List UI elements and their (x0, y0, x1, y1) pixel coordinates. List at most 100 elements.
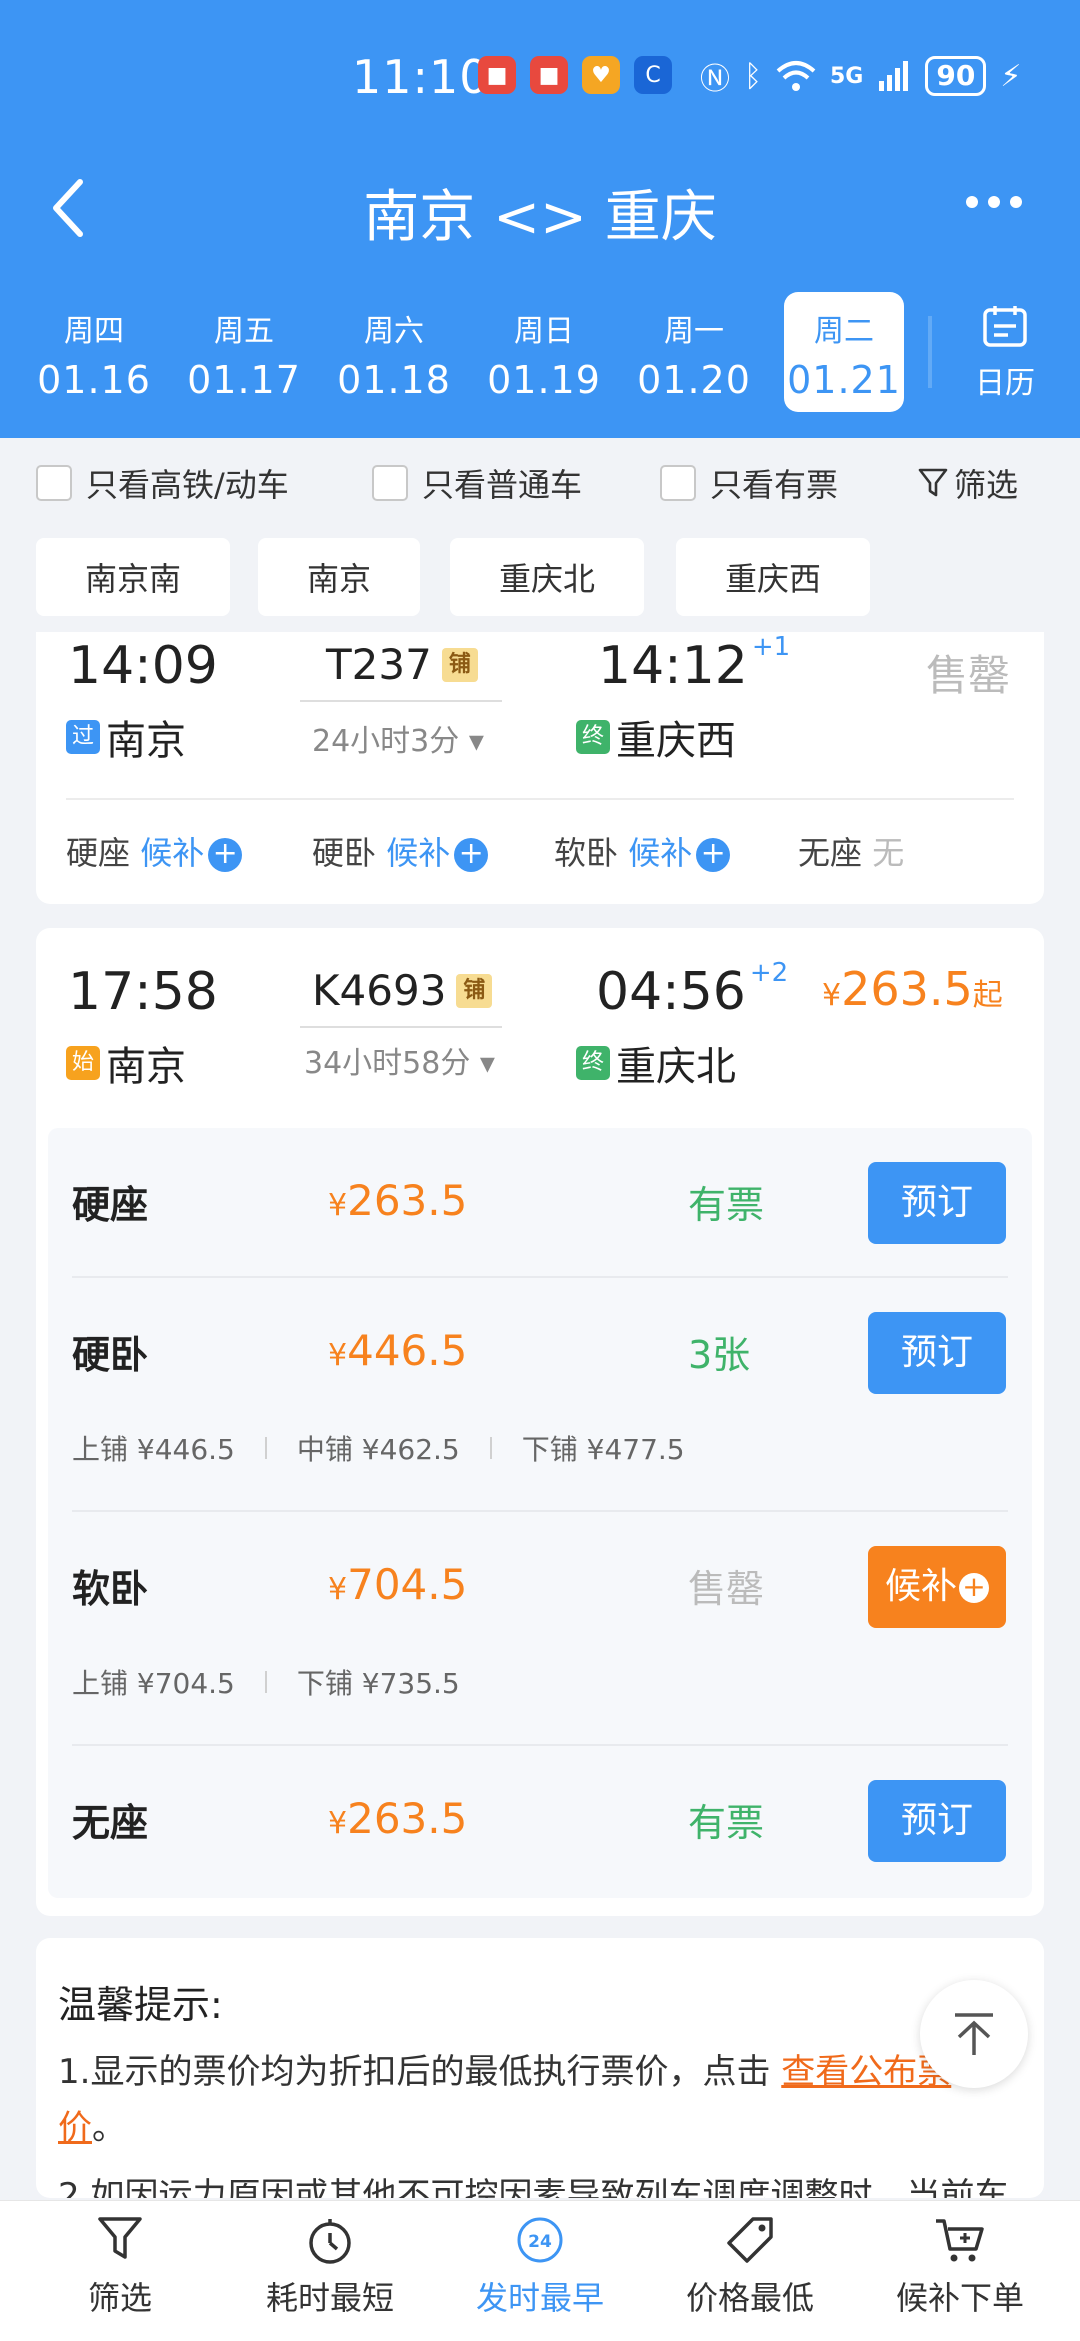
page-title: 南京 <> 重庆 (363, 185, 717, 250)
date-tab-4[interactable]: 周一 01.20 (634, 292, 754, 412)
status-time: 11:10 (352, 50, 490, 104)
date-tab-0[interactable]: 周四 01.16 (34, 292, 154, 412)
nfc-icon: Ⓝ (700, 62, 730, 97)
middle-berth-price: 中铺 ¥462.5 (296, 1433, 460, 1466)
app-notification-icon: ■ (478, 56, 516, 94)
date-weekday: 周二 (814, 314, 874, 349)
depart-station-name: 南京 (106, 718, 186, 764)
charging-icon: ⚡ (1000, 58, 1022, 94)
filter-button[interactable]: 筛选 (918, 460, 1018, 506)
berth-tag: 铺 (441, 647, 478, 682)
clock-badge: 24 (528, 2232, 552, 2252)
upper-berth-price: 上铺 ¥704.5 (72, 1667, 235, 1700)
nav-label: 耗时最短 (265, 2279, 394, 2317)
currency-symbol: ¥ (328, 1572, 348, 1607)
arrive-time: 04:56 +2 (596, 958, 788, 1022)
waitlist-label: 候补 (386, 834, 451, 872)
status-app-icons: ■ ■ ♥ C (478, 56, 672, 94)
scroll-to-top-button[interactable] (920, 1980, 1028, 2088)
high-speed-only-checkbox[interactable]: 只看高铁/动车 (36, 460, 289, 506)
arrive-station: 终 重庆北 (576, 1034, 736, 1092)
seat-price-value: 704.5 (347, 1560, 468, 1609)
calendar-button[interactable]: 日历 (960, 304, 1050, 414)
book-button[interactable]: 预订 (868, 1162, 1006, 1244)
upper-berth-price: 上铺 ¥446.5 (72, 1433, 235, 1466)
date-weekday: 周四 (64, 314, 124, 349)
seat-hard-seat[interactable]: 硬座 候补 + (66, 828, 243, 874)
nav-label: 候补下单 (895, 2279, 1024, 2317)
berth-prices: 上铺 ¥704.5 下铺 ¥735.5 (72, 1662, 460, 1702)
seat-availability: 售罄 (688, 1567, 765, 1611)
date-value: 01.20 (637, 358, 751, 402)
available-only-checkbox[interactable]: 只看有票 (660, 460, 838, 506)
station-chip-nanjingnan[interactable]: 南京南 (36, 538, 230, 616)
station-chip-nanjing[interactable]: 南京 (258, 538, 420, 616)
date-selector: 周四 01.16 周五 01.17 周六 01.18 周日 01.19 周一 0… (0, 292, 1080, 412)
waitlist-button[interactable]: 候补 + (868, 1546, 1006, 1628)
depart-station: 过 南京 (66, 708, 186, 766)
date-weekday: 周一 (664, 314, 724, 349)
origin-tag: 始 (66, 1046, 100, 1080)
duration-text: 24小时3分 (312, 724, 460, 759)
nav-shortest-duration[interactable]: 耗时最短 (222, 2215, 438, 2319)
seat-options-panel: 硬座 ¥263.5 有票 预订 硬卧 ¥446.5 3张 预订 上铺 ¥446.… (48, 1128, 1032, 1898)
day-offset: +1 (751, 632, 791, 662)
seat-hard-sleeper[interactable]: 硬卧 候补 + (312, 828, 489, 874)
book-button[interactable]: 预订 (868, 1780, 1006, 1862)
arrive-station: 终 重庆西 (576, 708, 736, 766)
duration[interactable]: 34小时58分 ▾ (304, 1038, 495, 1082)
nav-filter[interactable]: 筛选 (12, 2215, 228, 2319)
seat-price-value: 263.5 (347, 1176, 468, 1225)
date-tab-2[interactable]: 周六 01.18 (334, 292, 454, 412)
nav-lowest-price[interactable]: 价格最低 (642, 2215, 858, 2319)
duration[interactable]: 24小时3分 ▾ (312, 716, 484, 760)
date-tab-1[interactable]: 周五 01.17 (184, 292, 304, 412)
duration-text: 34小时58分 (304, 1046, 471, 1081)
seat-price: ¥704.5 (328, 1560, 467, 1609)
date-tab-5-selected[interactable]: 周二 01.21 (784, 292, 904, 412)
date-tab-3[interactable]: 周日 01.19 (484, 292, 604, 412)
nav-label: 发时最早 (475, 2279, 604, 2317)
tip-line-2: 2.如因运力原因或其他不可控因素导致列车调度调整时，当前车 (58, 2176, 1009, 2198)
calendar-icon (983, 306, 1027, 347)
terminal-tag: 终 (576, 1046, 610, 1080)
book-button[interactable]: 预订 (868, 1312, 1006, 1394)
row-divider (72, 1744, 1008, 1746)
app-notification-icon: C (634, 56, 672, 94)
route-line (300, 700, 502, 702)
berth-tag: 铺 (456, 973, 493, 1008)
separator (264, 1671, 267, 1693)
app-notification-icon: ■ (530, 56, 568, 94)
train-number: K4693 铺 (312, 966, 493, 1015)
depart-time: 17:58 (68, 962, 218, 1022)
wifi-icon (776, 61, 816, 91)
seat-name: 软卧 (72, 1567, 149, 1611)
checkbox-label: 只看有票 (710, 466, 839, 504)
seat-name: 无座 (72, 1801, 149, 1845)
checkbox-box (36, 465, 72, 501)
tip-text: 。 (92, 2108, 126, 2148)
checkbox-label: 只看普通车 (422, 466, 583, 504)
date-weekday: 周日 (514, 314, 574, 349)
clock-24-icon: 24 (517, 2217, 563, 2263)
waitlist-label: 候补 (628, 834, 693, 872)
filter-label: 筛选 (954, 466, 1019, 504)
station-chip-chongqingxi[interactable]: 重庆西 (676, 538, 870, 616)
seat-name: 硬卧 (72, 1333, 149, 1377)
sold-out-status: 售罄 (926, 651, 1011, 700)
date-weekday: 周五 (214, 314, 274, 349)
tip-text: 1.显示的票价均为折扣后的最低执行票价，点击 (58, 2052, 782, 2092)
view-public-price-link[interactable]: 价 (58, 2108, 92, 2148)
nav-waitlist-order[interactable]: 候补下单 (852, 2215, 1068, 2319)
train-card-k4693[interactable]: 17:58 始 南京 K4693 铺 34小时58分 ▾ 04:56 +2 终 重… (36, 928, 1044, 1916)
more-icon[interactable] (966, 196, 1022, 208)
normal-train-only-checkbox[interactable]: 只看普通车 (372, 460, 582, 506)
station-chip-chongqingbei[interactable]: 重庆北 (450, 538, 644, 616)
seat-price: ¥263.5 (328, 1176, 467, 1225)
separator (489, 1437, 492, 1459)
seat-soft-sleeper[interactable]: 软卧 候补 + (554, 828, 731, 874)
waitlist-button-label: 候补 (884, 1566, 957, 1607)
nav-earliest-departure[interactable]: 24 发时最早 (432, 2215, 648, 2319)
price-tag-icon (727, 2217, 773, 2263)
train-card-t237[interactable]: 14:09 过 南京 T237 铺 24小时3分 ▾ 14:12 +1 终 重庆西… (36, 632, 1044, 904)
